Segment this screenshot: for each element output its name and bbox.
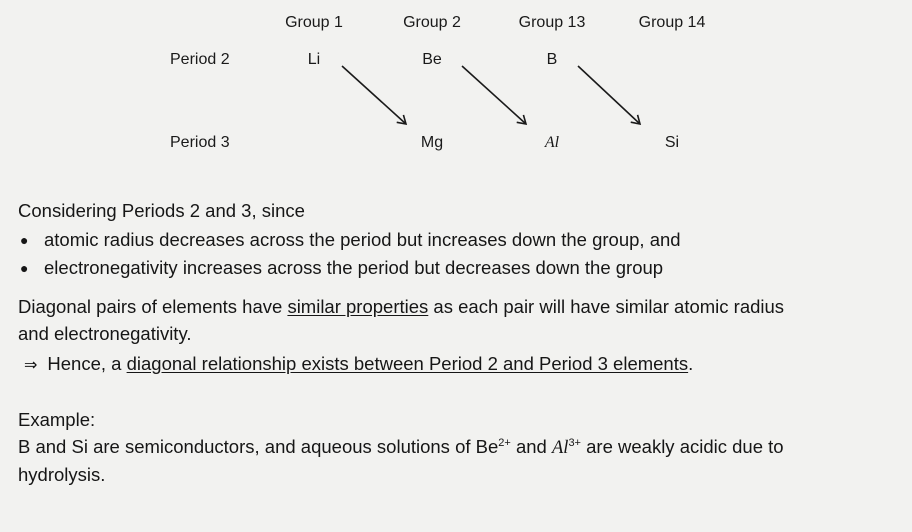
diagonal-pairs-paragraph: Diagonal pairs of elements have similar … [18,295,784,319]
example-text: and [510,436,552,457]
document-page: Group 1 Group 2 Group 13 Group 14 Period… [0,0,912,532]
example-line1: B and Si are semiconductors, and aqueous… [18,435,784,460]
bullet-electronegativity: electronegativity increases across the p… [44,257,664,278]
implies-arrow-icon: ⇒ [24,355,38,374]
example-text: B and Si are semiconductors, and aqueous… [18,436,499,457]
bullet-atomic-radius: atomic radius decreases across the perio… [44,229,681,250]
similar-properties-underlined: similar properties [287,296,429,317]
para-text: Diagonal pairs of elements have [18,296,288,317]
diagonal-arrows [341,65,642,126]
al-symbol: Al [551,438,569,458]
conclusion-line: ⇒ Hence, a diagonal relationship exists b… [24,352,693,377]
example-text: are weakly acidic due to [580,436,784,457]
bullet-dot: ● [20,260,29,276]
diagonal-relationship-underlined: diagonal relationship exists between Per… [126,353,689,374]
conclusion-text: . [688,353,694,374]
arrow-b-to-si [577,65,642,126]
intro-text: Considering Periods 2 and 3, since [18,200,305,221]
example-line2: hydrolysis. [18,464,106,485]
bullet-dot: ● [20,232,29,248]
conclusion-text: Hence, a [47,353,127,374]
para-text: as each pair will have similar atomic ra… [428,296,785,317]
arrow-li-to-mg [341,65,408,126]
be-charge: 2+ [498,437,511,449]
diagonal-pairs-paragraph-line2: and electronegativity. [18,323,192,344]
example-heading: Example: [18,409,96,430]
arrow-be-to-al [461,65,528,126]
al-charge: 3+ [568,437,581,449]
